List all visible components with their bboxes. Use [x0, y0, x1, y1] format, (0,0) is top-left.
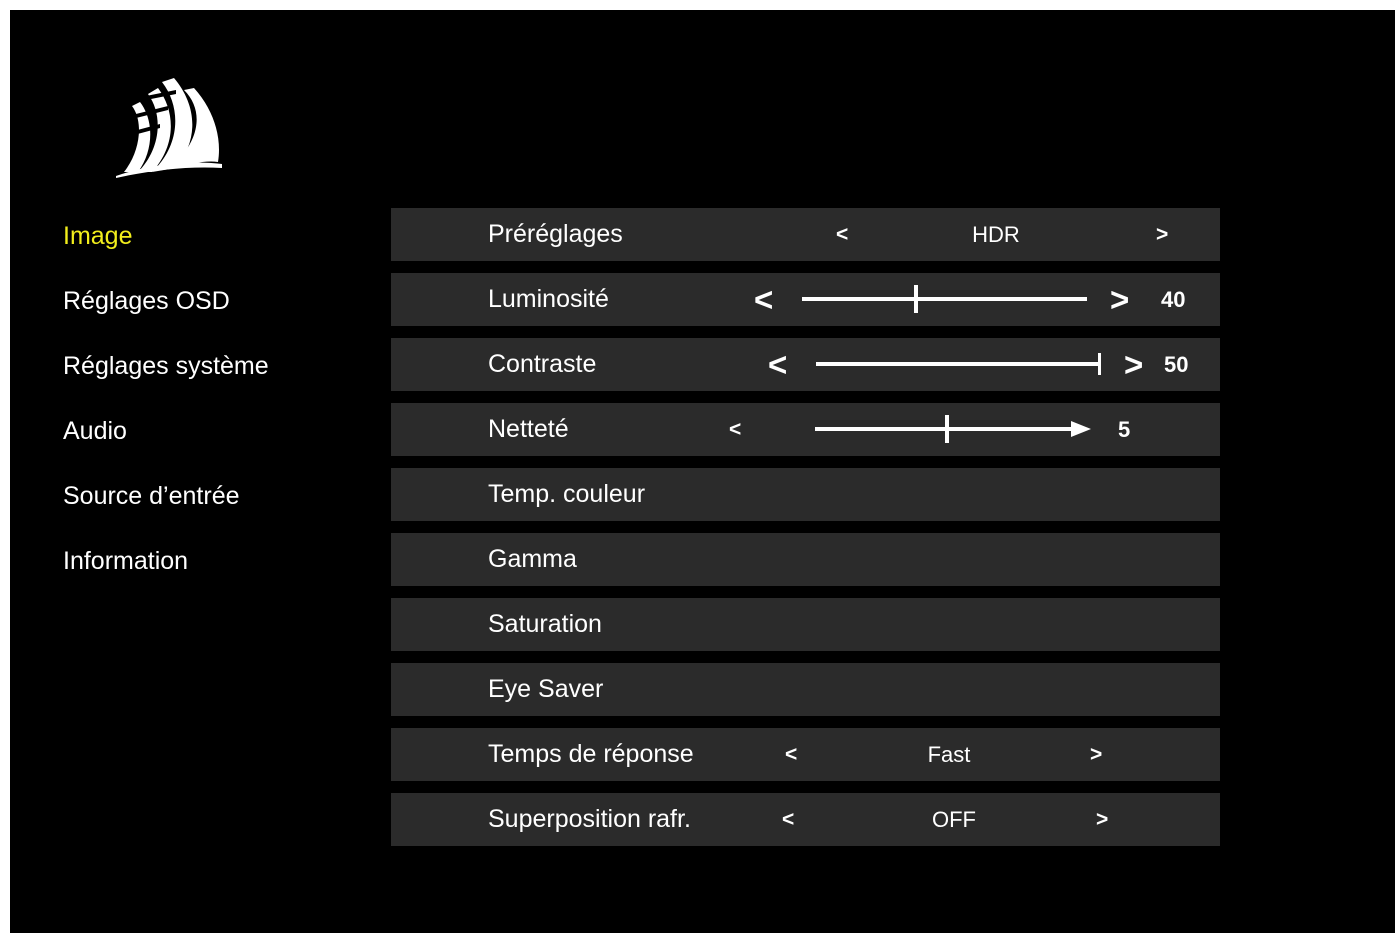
presets-value: HDR — [972, 222, 1020, 247]
presets-left-arrow-icon[interactable]: < — [836, 208, 848, 261]
menu-item-input-source[interactable]: Source d’entrée — [63, 473, 383, 538]
corsair-sails-logo-icon — [116, 78, 222, 178]
setting-row-overlay-refresh[interactable]: Superposition rafr. < OFF > — [391, 793, 1220, 846]
setting-row-presets[interactable]: Préréglages < HDR > — [391, 208, 1220, 261]
brightness-right-arrow-icon[interactable]: > — [1110, 273, 1129, 326]
setting-row-response-time[interactable]: Temps de réponse < Fast > — [391, 728, 1220, 781]
setting-row-contrast[interactable]: Contraste < > 50 — [391, 338, 1220, 391]
contrast-value: 50 — [1164, 352, 1189, 377]
saturation-label: Saturation — [488, 610, 602, 638]
response-time-value: Fast — [927, 742, 971, 767]
setting-row-color-temp[interactable]: Temp. couleur — [391, 468, 1220, 521]
presets-label: Préréglages — [488, 220, 623, 248]
eye-saver-label: Eye Saver — [488, 675, 604, 703]
color-temp-label: Temp. couleur — [488, 480, 646, 508]
overlay-refresh-value: OFF — [932, 807, 976, 832]
sharpness-slider-end-arrow-icon — [1071, 421, 1091, 437]
presets-right-arrow-icon[interactable]: > — [1156, 208, 1168, 261]
contrast-slider-thumb[interactable] — [1098, 353, 1101, 375]
brightness-left-arrow-icon[interactable]: < — [754, 273, 773, 326]
overlay-refresh-right-arrow-icon[interactable]: > — [1096, 793, 1108, 846]
menu-item-audio[interactable]: Audio — [63, 408, 383, 473]
setting-row-brightness[interactable]: Luminosité < > 40 — [391, 273, 1220, 326]
contrast-slider[interactable] — [816, 353, 1101, 375]
overlay-refresh-left-arrow-icon[interactable]: < — [782, 793, 794, 846]
brightness-slider[interactable] — [802, 285, 1087, 313]
contrast-right-arrow-icon[interactable]: > — [1124, 338, 1143, 391]
response-time-label: Temps de réponse — [488, 740, 694, 768]
menu-item-information[interactable]: Information — [63, 538, 383, 603]
image-settings-panel: Préréglages < HDR > Luminosité < > 40 Co… — [391, 208, 1220, 858]
osd-main-menu: Image Réglages OSD Réglages système Audi… — [63, 213, 383, 603]
brightness-slider-thumb[interactable] — [914, 285, 918, 313]
osd-screen: Image Réglages OSD Réglages système Audi… — [10, 10, 1395, 933]
sharpness-label: Netteté — [488, 415, 569, 443]
setting-row-sharpness[interactable]: Netteté < 5 — [391, 403, 1220, 456]
sharpness-slider-thumb[interactable] — [945, 415, 949, 443]
sharpness-left-arrow-icon[interactable]: < — [729, 403, 741, 456]
brightness-value: 40 — [1161, 287, 1186, 312]
menu-item-osd-settings[interactable]: Réglages OSD — [63, 278, 383, 343]
sharpness-value: 5 — [1118, 417, 1131, 442]
setting-row-eye-saver[interactable]: Eye Saver — [391, 663, 1220, 716]
sharpness-slider[interactable] — [815, 415, 1091, 443]
contrast-left-arrow-icon[interactable]: < — [768, 338, 787, 391]
contrast-label: Contraste — [488, 350, 597, 378]
brightness-label: Luminosité — [488, 285, 609, 313]
gamma-label: Gamma — [488, 545, 577, 573]
menu-item-image[interactable]: Image — [63, 213, 383, 278]
setting-row-gamma[interactable]: Gamma — [391, 533, 1220, 586]
response-time-left-arrow-icon[interactable]: < — [785, 728, 797, 781]
menu-item-system-settings[interactable]: Réglages système — [63, 343, 383, 408]
overlay-refresh-label: Superposition rafr. — [488, 805, 691, 833]
response-time-right-arrow-icon[interactable]: > — [1090, 728, 1102, 781]
setting-row-saturation[interactable]: Saturation — [391, 598, 1220, 651]
